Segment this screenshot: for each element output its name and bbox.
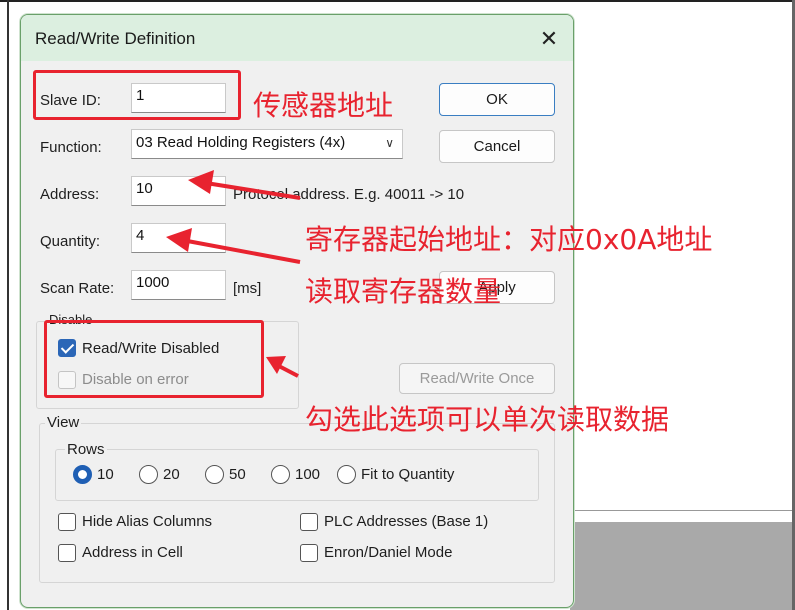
annotation-register-count: 读取寄存器数量 (305, 275, 502, 308)
annotation-single-read: 勾选此选项可以单次读取数据 (305, 403, 670, 436)
address-arrow (205, 181, 301, 200)
annotation-register-start: 寄存器起始地址：对应0x0A地址 (305, 223, 713, 256)
quantity-arrowhead (166, 228, 192, 252)
address-arrowhead (188, 170, 214, 194)
annotation-sensor-address: 传感器地址 (253, 89, 394, 122)
quantity-arrow (181, 238, 301, 264)
disable-arrowhead (266, 356, 286, 374)
